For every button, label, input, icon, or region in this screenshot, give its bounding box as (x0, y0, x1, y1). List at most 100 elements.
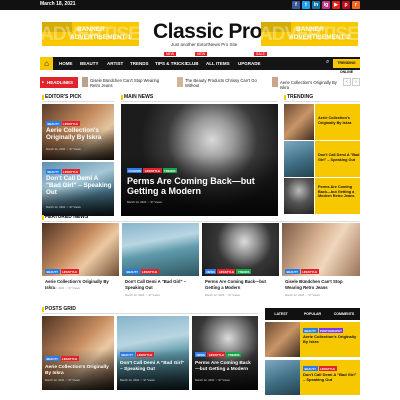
category-badge[interactable]: LIFESTYLE (140, 269, 159, 274)
section-header-posts-grid: POSTS GRID (42, 306, 258, 314)
article-title[interactable]: Aerie Collection's Originally By Iskra (303, 334, 358, 344)
trending-online-button[interactable]: TRENDING ONLINE (333, 59, 360, 74)
facebook-icon[interactable]: f (292, 1, 300, 9)
banner-advertisement-2[interactable]: ADVERTISEM BANNER ADVERTISEMENT 2 (261, 22, 358, 46)
article-meta: March 12, 2021 ♡ 97 Views (45, 378, 80, 382)
instagram-icon[interactable]: ig (322, 1, 330, 9)
search-icon[interactable]: ⌕ (326, 59, 329, 66)
category-badge[interactable]: TRENDS (226, 352, 241, 357)
tab-latest[interactable]: LATEST (265, 308, 297, 320)
featured-card[interactable]: BEAUTY LIFESTYLE (42, 223, 119, 276)
pinterest-icon[interactable]: p (342, 1, 350, 9)
category-badge[interactable]: FASHION (127, 168, 143, 173)
ticker-item[interactable]: The Beauty Products Chrissy Can't Go Wit… (185, 78, 260, 88)
article-title[interactable]: Don't Call Demi A "Bad Girl" – Speaking … (46, 175, 112, 197)
site-logo[interactable]: Classic Pro (153, 20, 262, 44)
article-title[interactable]: Gisele Bündchen Can't Stop Wearing Retro… (285, 279, 360, 290)
category-badge[interactable]: BEAUTY (303, 328, 318, 333)
category-badge[interactable]: LIFESTYLE (318, 366, 337, 371)
ticker-item[interactable]: Gisele Bündchen Can't Stop Wearing Retro… (90, 78, 170, 88)
category-badge[interactable]: NEWS (195, 352, 207, 357)
article-title[interactable]: Perms Are Coming Back—but Getting a Mode… (318, 185, 360, 199)
category-badge[interactable]: BEAUTY (46, 169, 61, 174)
trending-item[interactable]: Aerie Collection's Originally By Iskra (284, 104, 360, 140)
tab-comments[interactable]: COMMENTS (328, 308, 360, 320)
nav-item-beauty[interactable]: BEAUTY (80, 61, 99, 66)
ticker-thumbnail (272, 77, 278, 87)
category-badge[interactable]: LIFESTYLE (60, 356, 79, 361)
article-title[interactable]: Don't Call Demi A "Bad Girl" – Speaking … (120, 361, 186, 372)
banner-advertisement-1[interactable]: ADVERTISEM BANNER ADVERTISEMENT 1 (42, 22, 139, 46)
category-badge[interactable]: LIFESTYLE (61, 169, 80, 174)
category-badge[interactable]: PHOTOGRAPHY (318, 328, 344, 333)
article-title[interactable]: Perms Are Coming Back—but Getting a Mode… (195, 361, 255, 372)
article-title[interactable]: Aerie Collection's Originally By Iskra (45, 365, 111, 376)
category-badge[interactable]: LIFESTYLE (61, 121, 80, 126)
category-badge[interactable]: BEAUTY (303, 366, 318, 371)
latest-item[interactable]: BEAUTY LIFESTYLE Don't Call Demi A "Bad … (265, 360, 360, 395)
rss-icon[interactable]: r (352, 1, 360, 9)
posts-grid-card[interactable]: BEAUTY LIFESTYLE Aerie Collection's Orig… (42, 316, 114, 390)
category-badge[interactable]: LIFESTYLE (60, 269, 79, 274)
home-button[interactable]: ⌂ (40, 57, 53, 70)
ticker-thumbnail (177, 77, 183, 87)
chevron-right-icon[interactable]: › (352, 78, 360, 86)
category-badge[interactable]: BEAUTY (120, 352, 135, 357)
category-badge[interactable]: BEAUTY (285, 269, 300, 274)
main-news-card[interactable]: FASHION LIFESTYLE TRENDS Perms Are Comin… (121, 104, 278, 216)
featured-card[interactable]: NEWS LIFESTYLE TRENDS (202, 223, 279, 276)
category-badge[interactable]: LIFESTYLE (143, 168, 162, 173)
article-title[interactable]: Aerie Collection's Originally By Iskra (318, 116, 360, 125)
posts-grid-card[interactable]: NEWS LIFESTYLE TRENDS Perms Are Coming B… (192, 316, 258, 390)
linkedin-icon[interactable]: in (312, 1, 320, 9)
article-title[interactable]: Don't Call Demi A "Bad Girl" – Speaking … (303, 372, 358, 382)
featured-card[interactable]: BEAUTY LIFESTYLE (122, 223, 199, 276)
top-bar: March 18, 2021 f t in ig ▶ p r (0, 0, 400, 10)
category-badge[interactable]: BEAUTY (45, 356, 60, 361)
category-badge[interactable]: BEAUTY (45, 269, 60, 274)
section-header-featured-news: FEATURED NEWS (42, 214, 360, 222)
nav-item-all-items[interactable]: ALL ITEMS (206, 61, 230, 66)
youtube-icon[interactable]: ▶ (332, 1, 340, 9)
tab-popular[interactable]: POPULAR (297, 308, 328, 320)
featured-card[interactable]: BEAUTY LIFESTYLE (282, 223, 360, 276)
article-title[interactable]: Don't Call Demi A "Bad Girl" – Speaking … (125, 279, 199, 290)
category-badge[interactable]: TRENDS (162, 168, 178, 173)
article-title[interactable]: Don't Call Demi A "Bad Girl" – Speaking … (318, 153, 360, 162)
trending-item[interactable]: Perms Are Coming Back—but Getting a Mode… (284, 178, 360, 214)
category-badge[interactable]: LIFESTYLE (207, 352, 226, 357)
editors-pick-card[interactable]: BEAUTY LIFESTYLE Aerie Collection's Orig… (42, 104, 114, 160)
article-title[interactable]: Perms Are Coming Back—but Getting a Mode… (205, 279, 279, 290)
headlines-label: HEADLINES (40, 77, 78, 88)
category-badge[interactable]: LIFESTYLE (300, 269, 319, 274)
nav-item-upgrade[interactable]: UPGRADE (238, 61, 261, 66)
nav-sale-badge: SALE (254, 52, 267, 56)
category-badge[interactable]: BEAUTY (46, 121, 61, 126)
category-badge[interactable]: TRENDS (236, 269, 251, 274)
article-title[interactable]: Perms Are Coming Back—but Getting a Mode… (127, 176, 272, 197)
home-icon: ⌂ (44, 59, 49, 68)
twitter-icon[interactable]: t (302, 1, 310, 9)
section-header-trending: TRENDING (284, 94, 360, 102)
nav-item-home[interactable]: HOME (59, 61, 73, 66)
nav-item-trends[interactable]: TRENDS (130, 61, 149, 66)
article-meta: March 12, 2021 ♡ 97 Views (45, 286, 80, 290)
posts-grid-card[interactable]: BEAUTY LIFESTYLE Don't Call Demi A "Bad … (117, 316, 189, 390)
article-title[interactable]: Aerie Collection's Originally By Iskra (46, 127, 106, 141)
banner-line-2: ADVERTISEMENT 1 (70, 34, 132, 41)
category-badge[interactable]: LIFESTYLE (217, 269, 236, 274)
nav-item-club[interactable]: CLUB (186, 61, 199, 66)
latest-item[interactable]: BEAUTY PHOTOGRAPHY Aerie Collection's Or… (265, 322, 360, 357)
ticker-item[interactable]: Aerie Collection's Originally By Iskra (280, 80, 342, 90)
category-badge[interactable]: NEWS (205, 269, 217, 274)
article-image (265, 322, 300, 357)
category-badge[interactable]: LIFESTYLE (135, 352, 154, 357)
chevron-left-icon[interactable]: ‹ (343, 78, 351, 86)
article-meta: March 12, 2021 ♡ 97 Views (285, 293, 320, 297)
category-badge[interactable]: BEAUTY (125, 269, 140, 274)
trending-item[interactable]: Don't Call Demi A "Bad Girl" – Speaking … (284, 141, 360, 177)
nav-item-tips[interactable]: TIPS & TRICKS (155, 61, 188, 66)
editors-pick-card[interactable]: BEAUTY LIFESTYLE Don't Call Demi A "Bad … (42, 162, 114, 216)
nav-item-artist[interactable]: ARTIST (107, 61, 123, 66)
article-image (284, 141, 314, 177)
